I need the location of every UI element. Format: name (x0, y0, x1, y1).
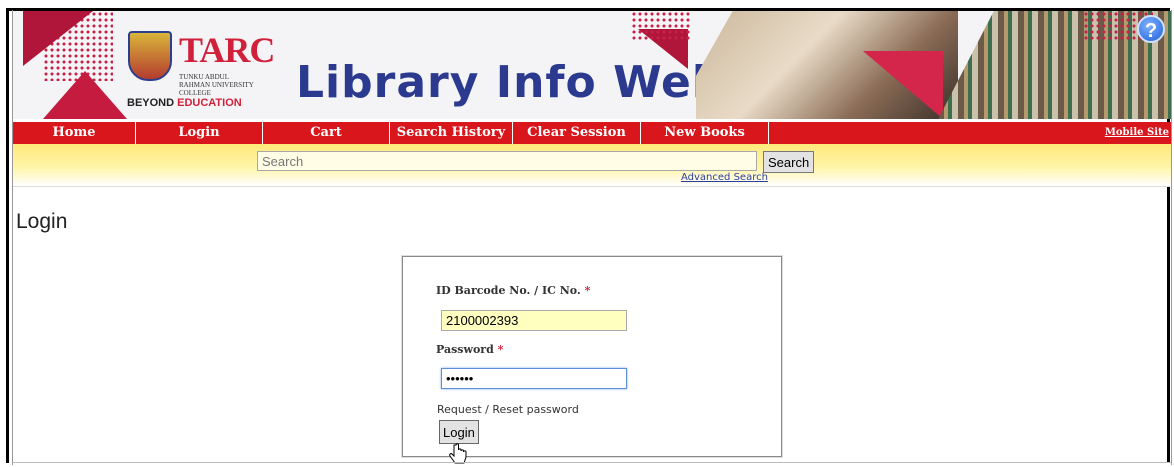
page-title: Login (16, 210, 68, 233)
logo-tagline: BEYOND EDUCATION (127, 97, 242, 109)
nav-login[interactable]: Login (136, 122, 263, 144)
tagline-part2: EDUCATION (177, 97, 242, 109)
tarc-logo[interactable]: TARC TUNKU ABDUL RAHMAN UNIVERSITY COLLE… (121, 29, 275, 115)
login-button[interactable]: Login (439, 420, 479, 444)
decorative-triangle (863, 51, 943, 119)
search-bar: Search Advanced Search (13, 144, 1171, 187)
search-button[interactable]: Search (763, 151, 815, 173)
password-label: Password * (436, 343, 503, 356)
nav-home[interactable]: Home (13, 122, 136, 144)
tagline-part1: BEYOND (127, 97, 178, 109)
nav-new-books[interactable]: New Books (641, 122, 769, 144)
id-label: ID Barcode No. / IC No. * (436, 284, 590, 297)
hand-cursor-icon (449, 443, 467, 464)
crest-icon (128, 31, 172, 81)
nav-clear-session[interactable]: Clear Session (513, 122, 641, 144)
help-icon[interactable]: ? (1137, 15, 1165, 43)
header-banner: TARC TUNKU ABDUL RAHMAN UNIVERSITY COLLE… (13, 11, 1171, 119)
main-nav: Home Login Cart Search History Clear Ses… (13, 122, 1171, 144)
password-field[interactable] (441, 368, 627, 389)
nav-search-history[interactable]: Search History (390, 122, 513, 144)
id-label-text: ID Barcode No. / IC No. (436, 284, 581, 297)
password-label-text: Password (436, 343, 494, 356)
reset-password-link[interactable]: Request / Reset password (437, 403, 579, 416)
advanced-search-link[interactable]: Advanced Search (681, 172, 768, 183)
logo-subtext: TUNKU ABDUL RAHMAN UNIVERSITY COLLEGE (179, 73, 254, 97)
decorative-triangle (43, 71, 127, 119)
login-form: ID Barcode No. / IC No. * Password * Req… (402, 256, 782, 457)
decorative-triangle (23, 11, 93, 66)
nav-cart[interactable]: Cart (263, 122, 390, 144)
bottom-divider (13, 462, 1171, 463)
logo-text: TARC (179, 30, 275, 70)
required-mark: * (584, 284, 591, 297)
required-mark: * (497, 343, 504, 356)
id-barcode-field[interactable] (441, 310, 627, 331)
mobile-site-link[interactable]: Mobile Site (1105, 122, 1169, 144)
search-input[interactable] (257, 151, 757, 171)
decorative-dots (631, 11, 691, 41)
